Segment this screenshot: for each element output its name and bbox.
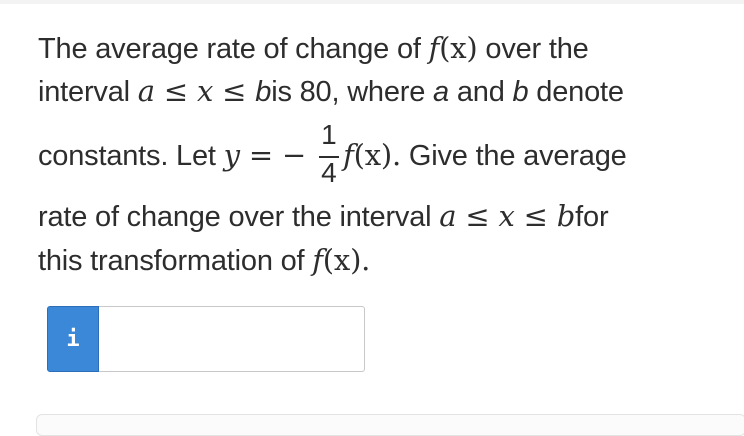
question-line-3: constants. Let y = − 1 4 f(x). Give the av… xyxy=(38,119,627,189)
question-line-1: The average rate of change of f(x) over … xyxy=(38,31,589,65)
info-button[interactable]: i xyxy=(47,306,99,372)
question-line-2: interval a ≤ x ≤ bis 80, where a and b d… xyxy=(38,74,624,108)
answer-row: i xyxy=(47,306,365,372)
fraction-one-quarter: 14 xyxy=(317,119,341,188)
question-line-5: this transformation of f(x). xyxy=(38,243,371,277)
info-icon: i xyxy=(66,326,80,352)
top-divider xyxy=(0,0,744,4)
answer-input[interactable] xyxy=(99,306,365,372)
question-line-4: rate of change over the interval a ≤ x ≤… xyxy=(38,199,609,233)
next-section-card xyxy=(36,414,744,436)
